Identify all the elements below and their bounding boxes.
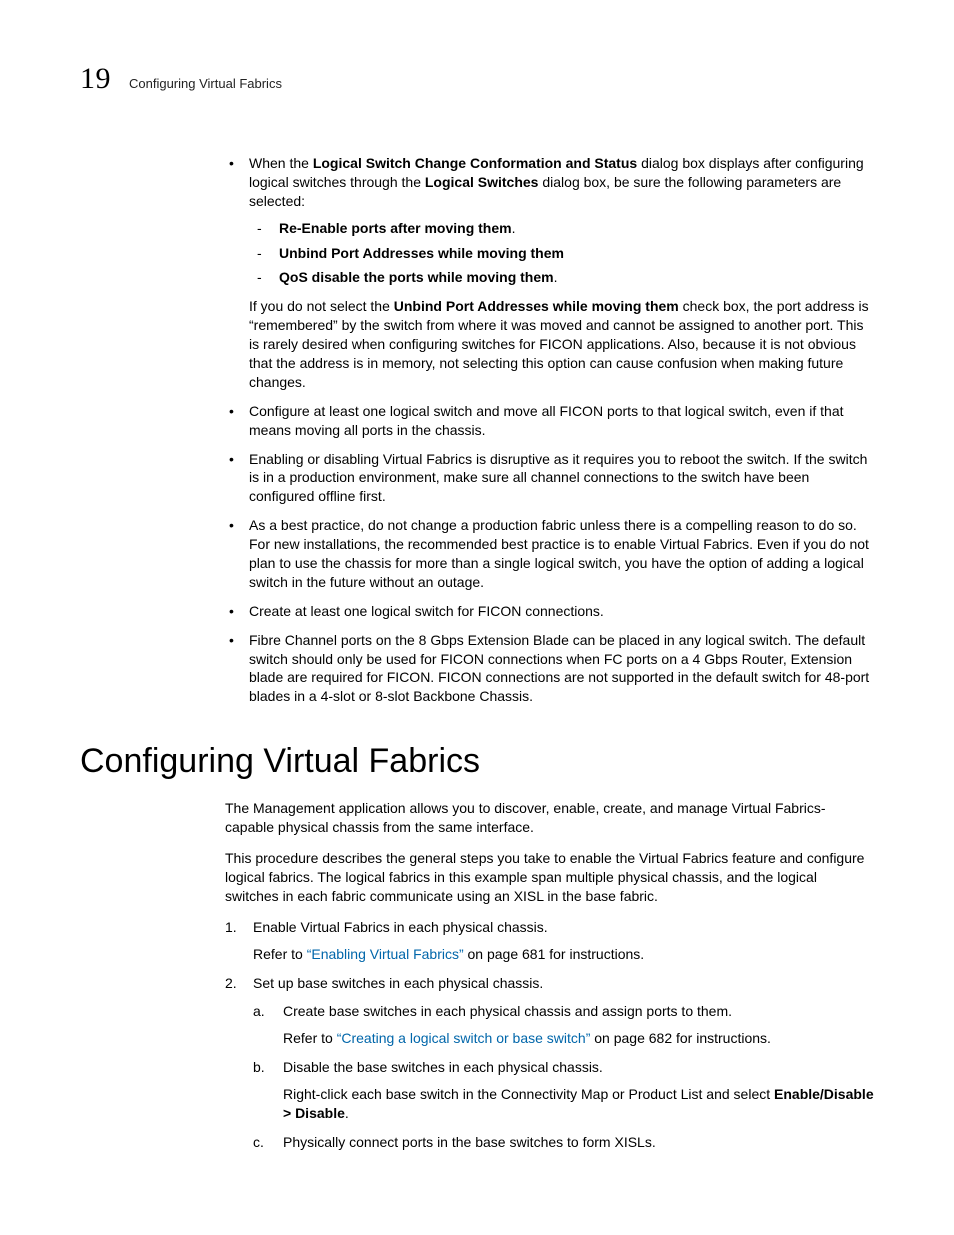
bullet-item: Enabling or disabling Virtual Fabrics is… <box>225 450 874 507</box>
dash-item: QoS disable the ports while moving them. <box>249 268 874 287</box>
section-body: The Management application allows you to… <box>225 799 874 1151</box>
reference-line: Refer to “Creating a logical switch or b… <box>283 1029 874 1048</box>
step-number: 1. <box>225 918 237 937</box>
dash-item: Re-Enable ports after moving them. <box>249 219 874 238</box>
bold-text: Unbind Port Addresses while moving them <box>279 245 564 261</box>
substep-letter: b. <box>253 1058 265 1077</box>
text: on page 681 for instructions. <box>464 946 645 962</box>
text: Refer to <box>253 946 307 962</box>
bullet-item: As a best practice, do not change a prod… <box>225 516 874 592</box>
body-content: When the Logical Switch Change Conformat… <box>225 154 874 706</box>
substep-text: Disable the base switches in each physic… <box>283 1059 603 1075</box>
bullet-item: Fibre Channel ports on the 8 Gbps Extens… <box>225 631 874 707</box>
text: If you do not select the <box>249 298 394 314</box>
text: Create at least one logical switch for F… <box>249 603 604 619</box>
bullet-item: When the Logical Switch Change Conformat… <box>225 154 874 392</box>
step-text: Set up base switches in each physical ch… <box>253 975 543 991</box>
paragraph: If you do not select the Unbind Port Add… <box>249 297 874 391</box>
running-title: Configuring Virtual Fabrics <box>129 76 282 91</box>
detail-line: Right-click each base switch in the Conn… <box>283 1085 874 1123</box>
step-item: 1. Enable Virtual Fabrics in each physic… <box>225 918 874 964</box>
paragraph: This procedure describes the general ste… <box>225 849 874 906</box>
substep-text: Create base switches in each physical ch… <box>283 1003 732 1019</box>
cross-reference-link[interactable]: “Enabling Virtual Fabrics” <box>307 946 464 962</box>
numbered-list: 1. Enable Virtual Fabrics in each physic… <box>225 918 874 1152</box>
text: Right-click each base switch in the Conn… <box>283 1086 774 1102</box>
text: As a best practice, do not change a prod… <box>249 517 869 590</box>
page-container: 19 Configuring Virtual Fabrics When the … <box>0 0 954 1235</box>
running-header: 19 Configuring Virtual Fabrics <box>80 62 874 96</box>
step-item: 2. Set up base switches in each physical… <box>225 974 874 1152</box>
paragraph: The Management application allows you to… <box>225 799 874 837</box>
step-number: 2. <box>225 974 237 993</box>
section-heading: Configuring Virtual Fabrics <box>80 742 874 781</box>
cross-reference-link[interactable]: “Creating a logical switch or base switc… <box>337 1030 591 1046</box>
substep-item: b. Disable the base switches in each phy… <box>253 1058 874 1123</box>
text: Configure at least one logical switch an… <box>249 403 844 438</box>
bullet-item: Create at least one logical switch for F… <box>225 602 874 621</box>
chapter-number: 19 <box>80 62 111 96</box>
text: Enabling or disabling Virtual Fabrics is… <box>249 451 867 505</box>
lettered-list: a. Create base switches in each physical… <box>253 1002 874 1151</box>
bold-text: Logical Switches <box>425 174 539 190</box>
substep-letter: c. <box>253 1133 264 1152</box>
dash-list: Re-Enable ports after moving them. Unbin… <box>249 219 874 288</box>
text: Fibre Channel ports on the 8 Gbps Extens… <box>249 632 869 705</box>
bold-text: Unbind Port Addresses while moving them <box>394 298 679 314</box>
bullet-item: Configure at least one logical switch an… <box>225 402 874 440</box>
bold-text: Re-Enable ports after moving them <box>279 220 512 236</box>
bullet-list-top: When the Logical Switch Change Conformat… <box>225 154 874 706</box>
dash-item: Unbind Port Addresses while moving them <box>249 244 874 263</box>
text: . <box>512 220 516 236</box>
step-text: Enable Virtual Fabrics in each physical … <box>253 919 548 935</box>
substep-text: Physically connect ports in the base swi… <box>283 1134 656 1150</box>
substep-item: c. Physically connect ports in the base … <box>253 1133 874 1152</box>
text: When the <box>249 155 313 171</box>
bold-text: QoS disable the ports while moving them <box>279 269 554 285</box>
text: . <box>345 1105 349 1121</box>
text: . <box>554 269 558 285</box>
text: Refer to <box>283 1030 337 1046</box>
substep-letter: a. <box>253 1002 265 1021</box>
reference-line: Refer to “Enabling Virtual Fabrics” on p… <box>253 945 874 964</box>
substep-item: a. Create base switches in each physical… <box>253 1002 874 1048</box>
bold-text: Logical Switch Change Conformation and S… <box>313 155 637 171</box>
text: on page 682 for instructions. <box>590 1030 771 1046</box>
